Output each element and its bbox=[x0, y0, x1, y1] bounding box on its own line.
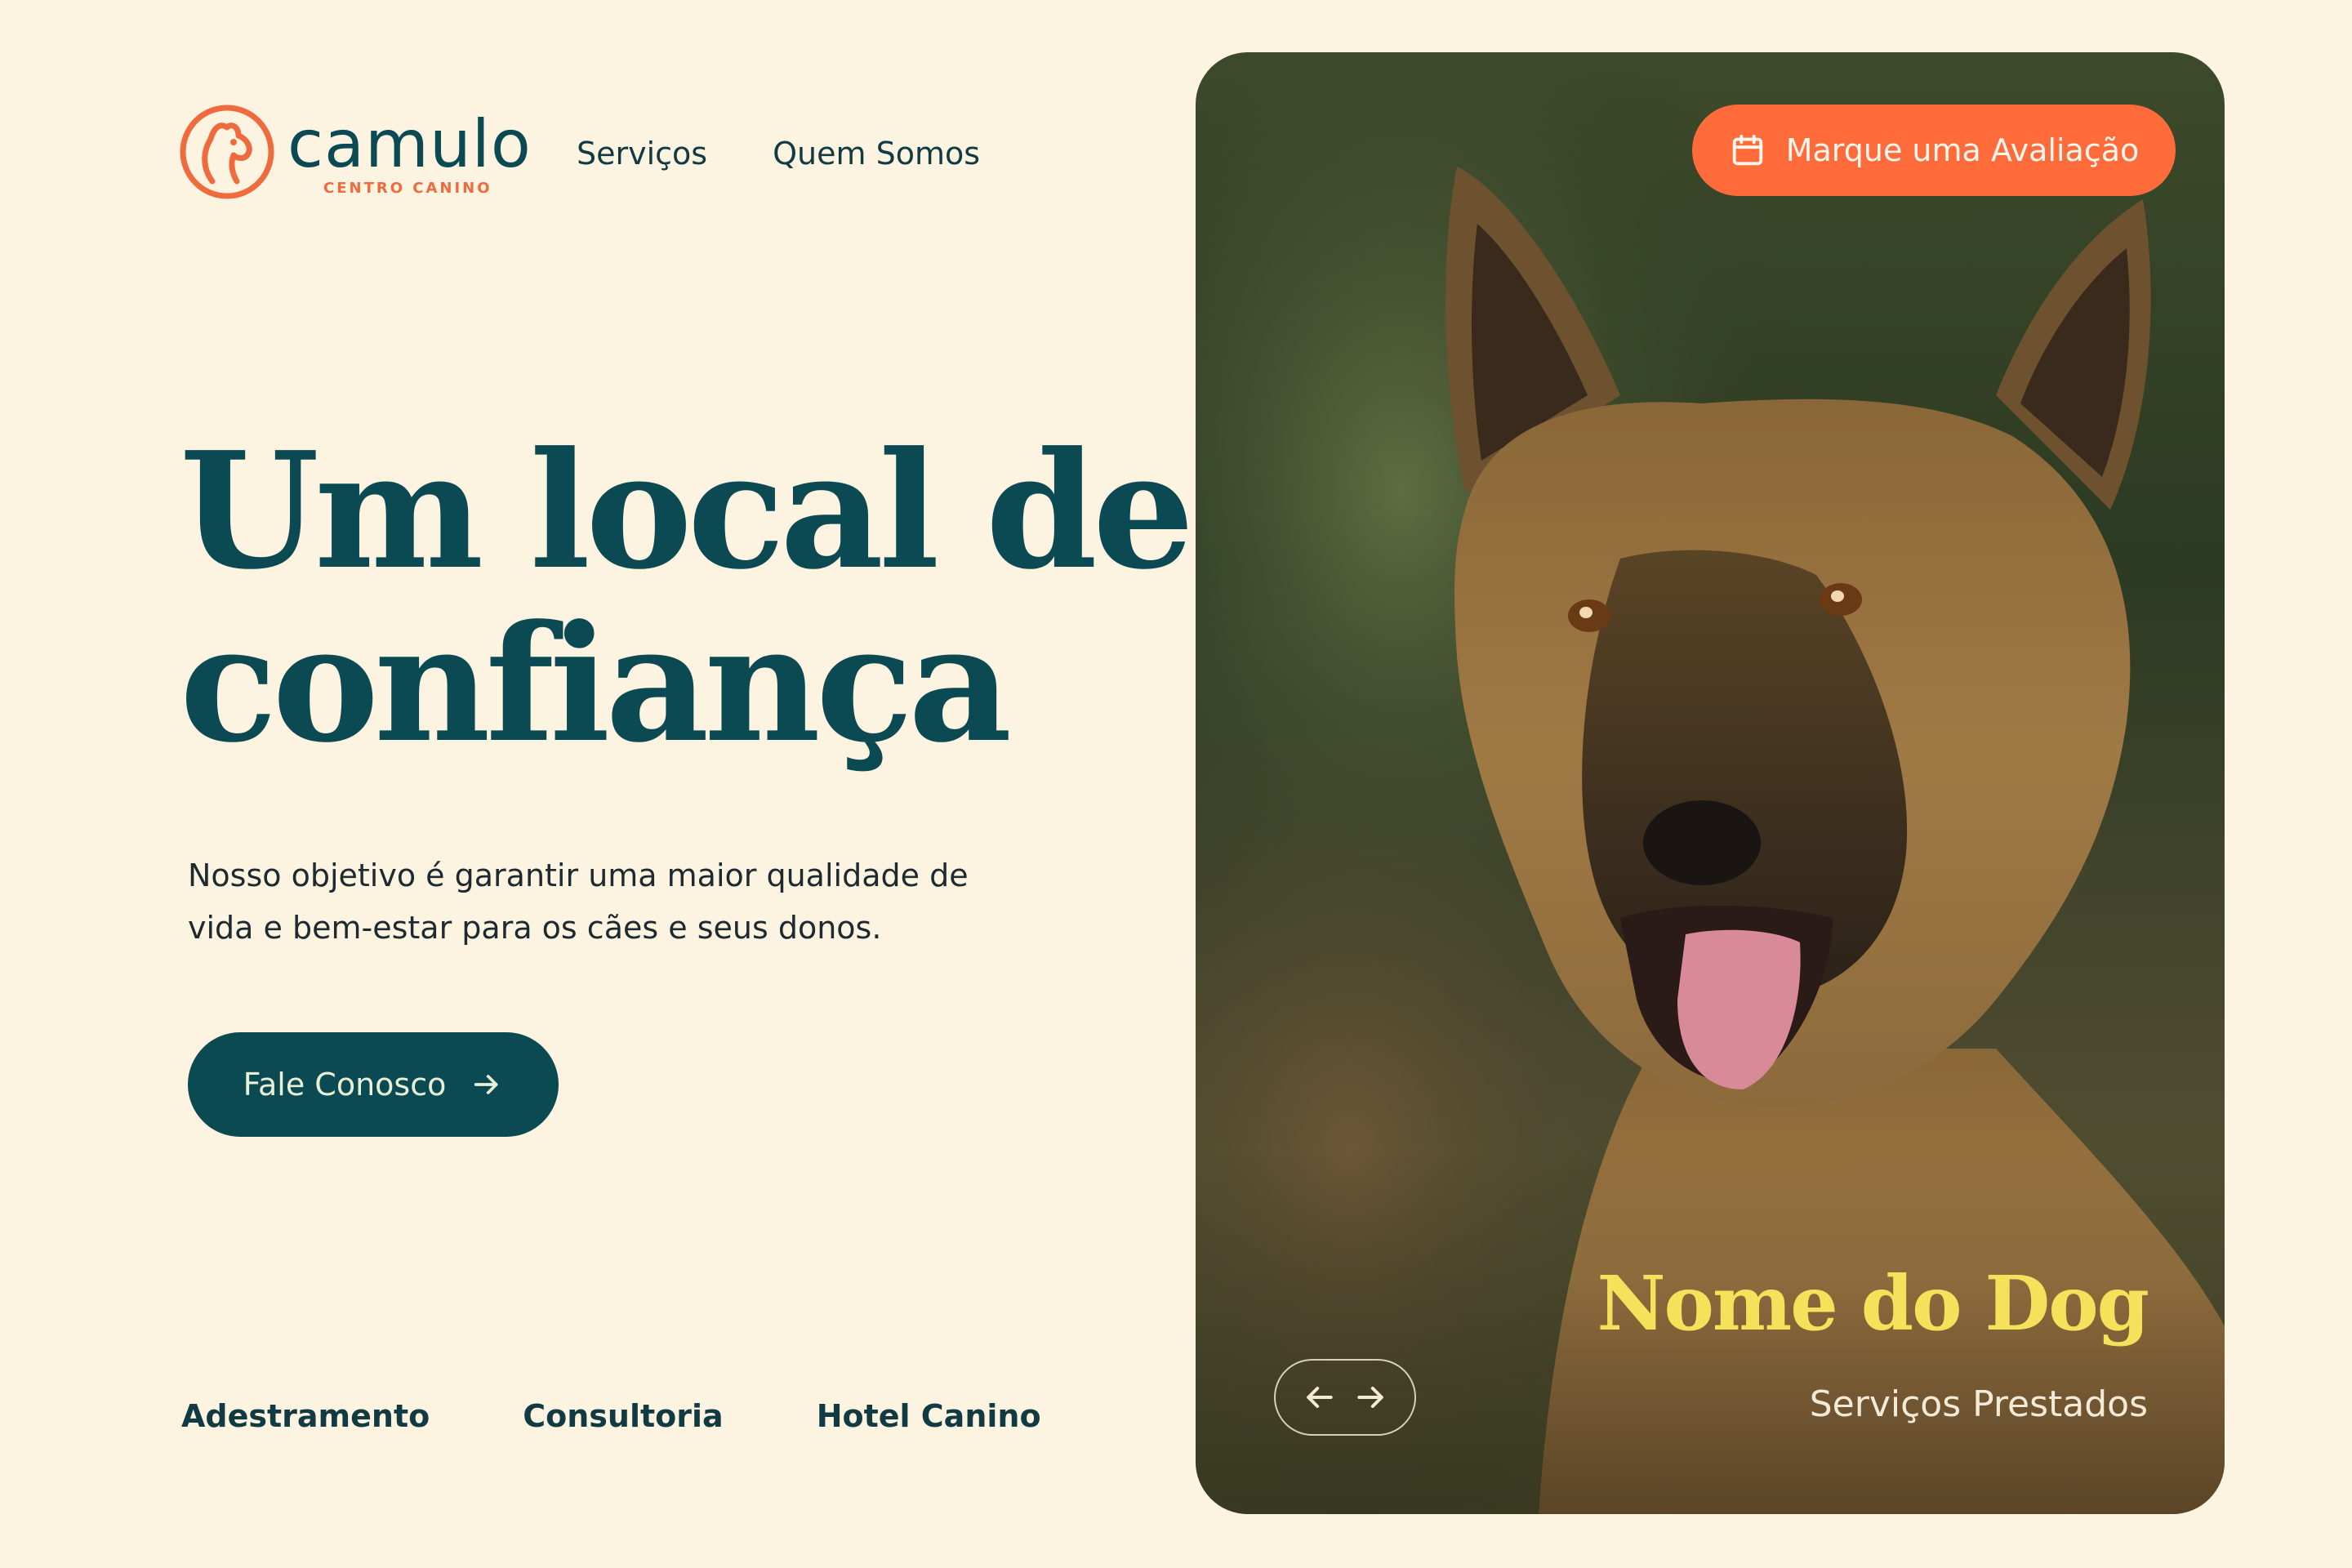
contact-button-label: Fale Conosco bbox=[243, 1067, 447, 1102]
hero-description: Nosso objetivo é garantir uma maior qual… bbox=[188, 858, 969, 946]
hero-title: Um local de confiança bbox=[180, 417, 1195, 778]
carousel-prev-button[interactable] bbox=[1301, 1379, 1337, 1415]
hero-title-line-2: confiança bbox=[180, 590, 1012, 778]
nav-item-quem-somos[interactable]: Quem Somos bbox=[773, 136, 980, 172]
dog-head-logo-icon bbox=[180, 105, 274, 199]
carousel-next-button[interactable] bbox=[1353, 1379, 1389, 1415]
brand-logo[interactable]: camulo CENTRO CANINO bbox=[178, 103, 531, 199]
brand-name: camulo bbox=[287, 106, 532, 182]
featured-dog-card: Marque uma Avaliação Nome do Dog Serviço… bbox=[1196, 52, 2225, 1514]
carousel-controls bbox=[1274, 1359, 1416, 1436]
main-nav: Serviços Quem Somos bbox=[577, 136, 980, 172]
dog-name: Nome do Dog bbox=[1597, 1259, 2149, 1348]
arrow-left-icon bbox=[1307, 1386, 1333, 1409]
service-link-hotel-canino[interactable]: Hotel Canino bbox=[817, 1398, 1041, 1434]
brand-tagline: CENTRO CANINO bbox=[323, 180, 492, 197]
contact-button[interactable]: Fale Conosco bbox=[188, 1032, 559, 1137]
hero-title-line-1: Um local de bbox=[180, 417, 1195, 605]
arrow-right-icon bbox=[1357, 1386, 1383, 1409]
service-link-consultoria[interactable]: Consultoria bbox=[523, 1398, 723, 1434]
book-evaluation-button[interactable]: Marque uma Avaliação bbox=[1692, 105, 2176, 196]
services-list: Adestramento Consultoria Hotel Canino bbox=[181, 1398, 1041, 1434]
dog-services: Serviços Prestados bbox=[1809, 1383, 2148, 1425]
calendar-icon bbox=[1732, 134, 1762, 166]
service-link-adestramento[interactable]: Adestramento bbox=[181, 1398, 430, 1434]
book-evaluation-label: Marque uma Avaliação bbox=[1785, 132, 2140, 168]
arrow-right-icon bbox=[474, 1075, 498, 1094]
nav-item-servicos[interactable]: Serviços bbox=[577, 136, 707, 172]
